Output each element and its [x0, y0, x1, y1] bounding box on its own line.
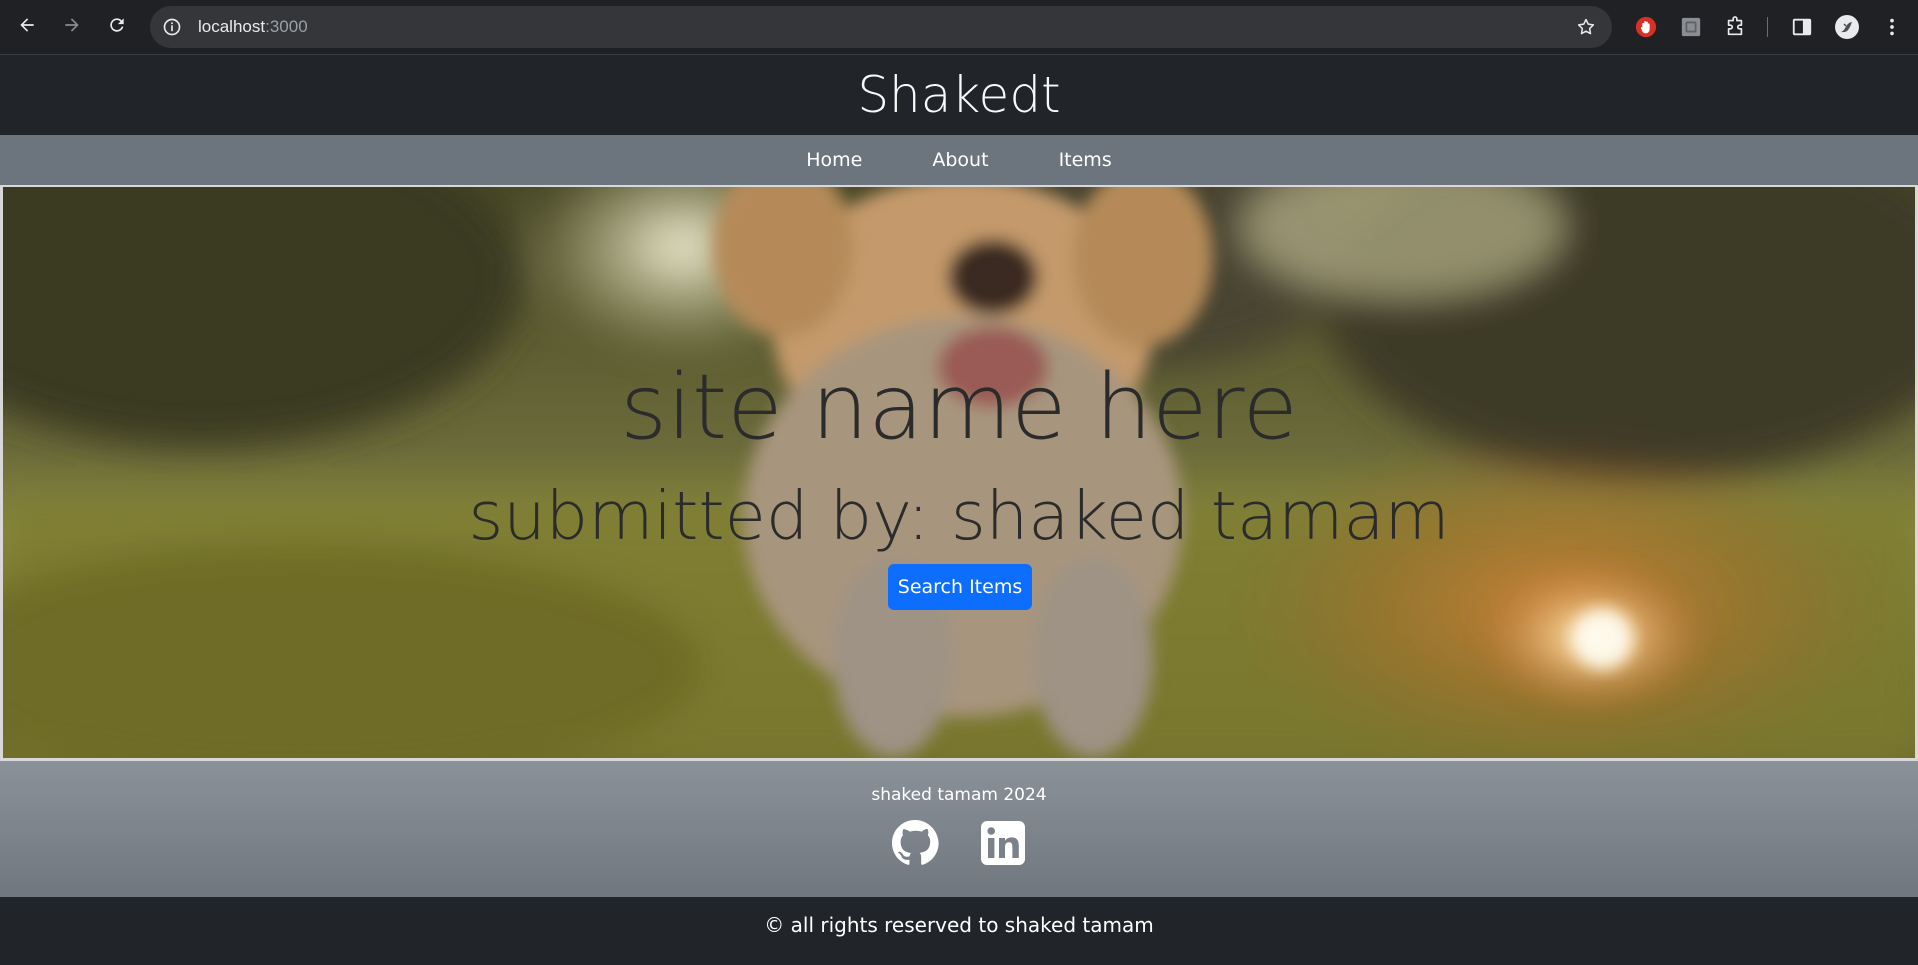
linkedin-icon[interactable] — [979, 819, 1027, 867]
toolbar-separator — [1767, 17, 1768, 37]
forward-button[interactable] — [50, 3, 94, 47]
extension-stop-icon[interactable] — [1634, 15, 1658, 39]
extensions-puzzle-icon[interactable] — [1723, 15, 1747, 39]
site-nav: Home About Items — [0, 135, 1918, 185]
bookmark-star-icon[interactable] — [1576, 17, 1596, 37]
back-button[interactable] — [5, 3, 49, 47]
footer-text: shaked tamam 2024 — [871, 785, 1047, 805]
social-links — [891, 819, 1027, 867]
github-icon[interactable] — [891, 819, 939, 867]
hero-subtitle: submitted by: shaked tamam — [468, 477, 1450, 555]
search-items-button[interactable]: Search Items — [888, 564, 1032, 610]
info-icon[interactable] — [162, 17, 182, 37]
address-bar[interactable]: localhost:3000 — [150, 6, 1612, 48]
copyright-text: © all rights reserved to shaked tamam — [764, 913, 1154, 937]
reload-icon — [110, 18, 124, 32]
url-text: localhost:3000 — [198, 17, 308, 36]
nav-link-home[interactable]: Home — [771, 149, 897, 171]
profile-avatar-icon[interactable] — [1835, 15, 1859, 39]
hero-section: site name here submitted by: shaked tama… — [0, 185, 1918, 761]
site-footer: shaked tamam 2024 — [0, 761, 1918, 897]
side-panel-icon[interactable] — [1790, 15, 1814, 39]
back-icon — [20, 18, 34, 32]
forward-icon — [65, 18, 79, 32]
copyright-bar: © all rights reserved to shaked tamam — [0, 897, 1918, 965]
hero-content: site name here submitted by: shaked tama… — [3, 187, 1915, 758]
site-title: Shakedt — [857, 66, 1061, 124]
nav-link-about[interactable]: About — [897, 149, 1023, 171]
extension-square-icon[interactable] — [1679, 15, 1703, 39]
reload-button[interactable] — [95, 3, 139, 47]
browser-toolbar: localhost:3000 — [0, 0, 1918, 54]
site-header: Shakedt — [0, 54, 1918, 135]
nav-link-items[interactable]: Items — [1024, 149, 1147, 171]
menu-kebab-icon[interactable] — [1880, 15, 1904, 39]
hero-title: site name here — [620, 355, 1298, 460]
